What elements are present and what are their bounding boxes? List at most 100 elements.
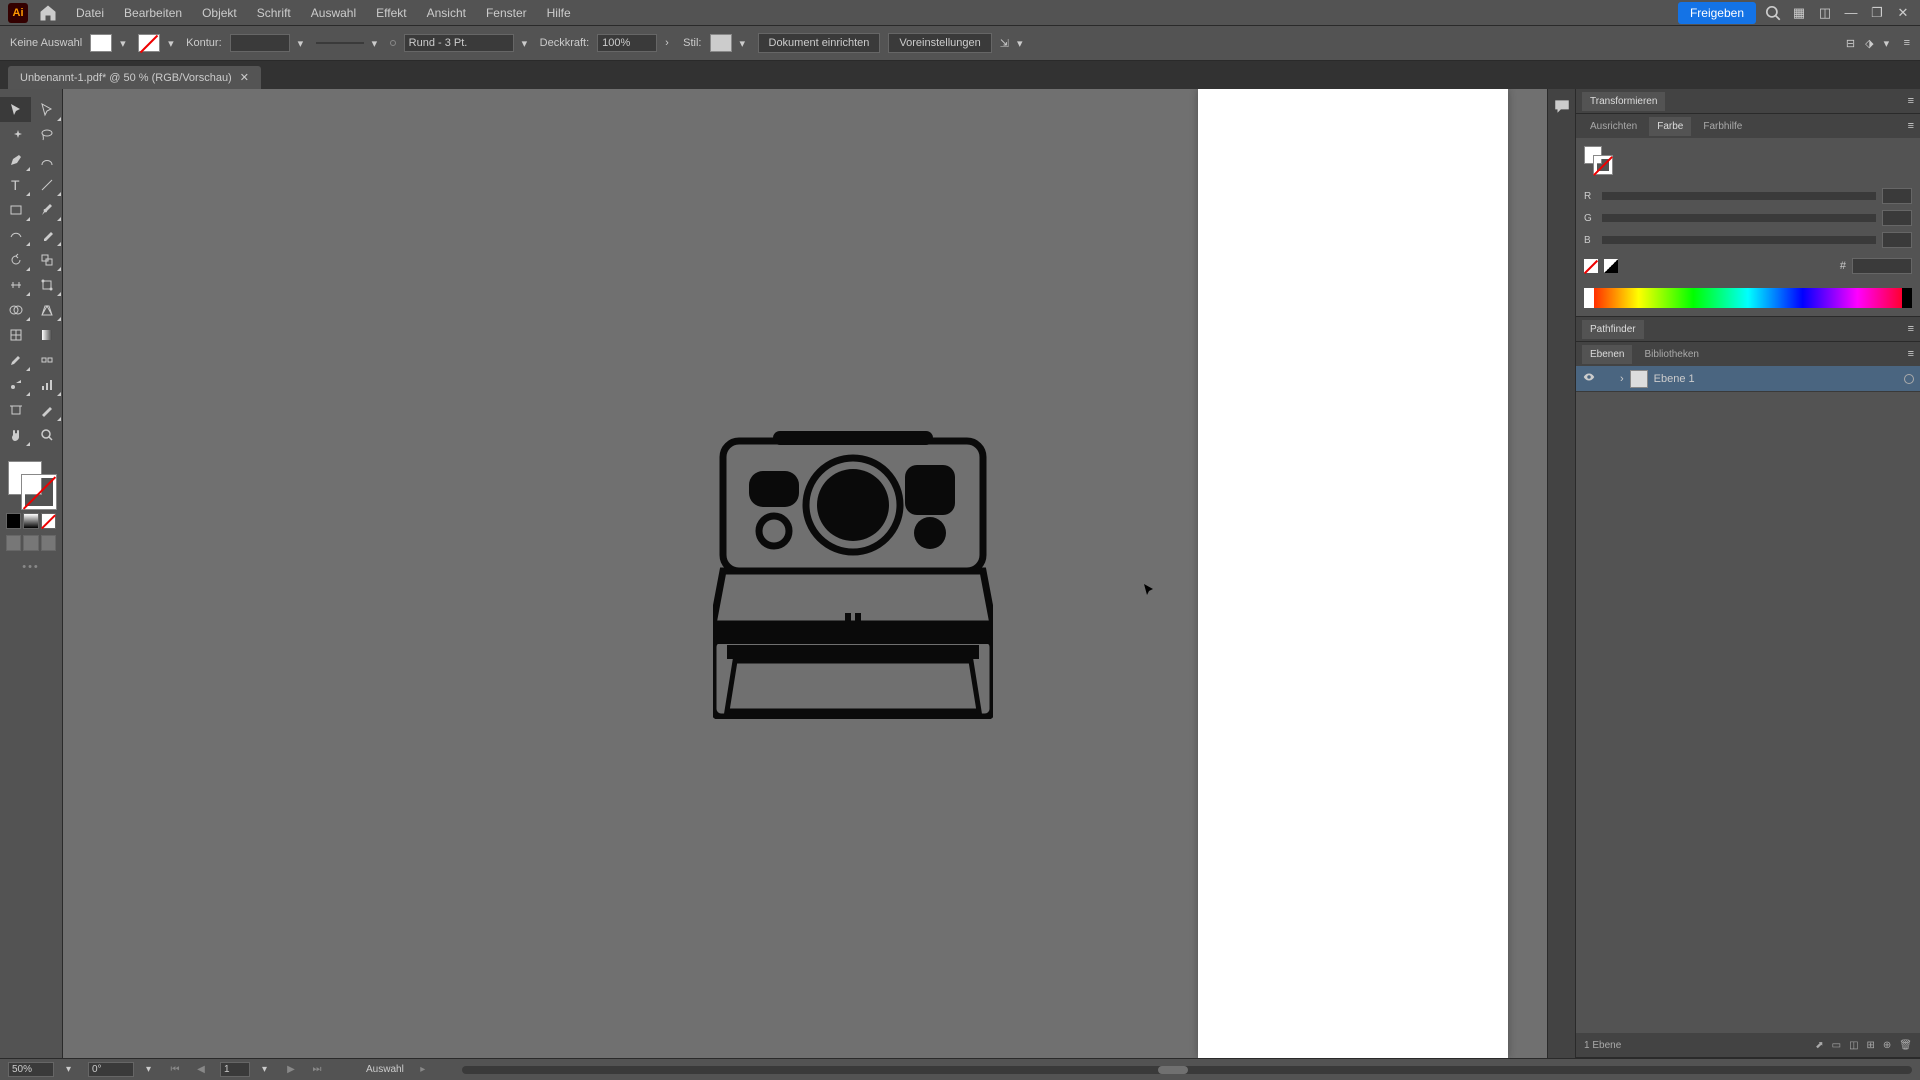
r-value-input[interactable]	[1882, 188, 1912, 204]
tab-close-icon[interactable]: ✕	[240, 71, 249, 84]
rotate-tool[interactable]	[0, 247, 31, 272]
mesh-tool[interactable]	[0, 322, 31, 347]
rectangle-tool[interactable]	[0, 197, 31, 222]
minimize-button[interactable]: —	[1842, 4, 1860, 22]
last-artboard-icon[interactable]: ⏭	[310, 1064, 324, 1075]
align-panel-tab[interactable]: Ausrichten	[1582, 117, 1645, 136]
eyedropper-tool[interactable]	[0, 347, 31, 372]
stroke-weight-input[interactable]	[230, 34, 290, 52]
zoom-input[interactable]	[8, 1062, 54, 1077]
color-mode-solid[interactable]	[6, 513, 21, 529]
home-icon[interactable]	[38, 3, 58, 23]
search-icon[interactable]	[1764, 4, 1782, 22]
fill-dropdown[interactable]: ▾	[120, 37, 130, 50]
layers-panel-tab[interactable]: Ebenen	[1582, 345, 1632, 364]
scale-tool[interactable]	[31, 247, 62, 272]
shaper-tool[interactable]	[0, 222, 31, 247]
paintbrush-tool[interactable]	[31, 197, 62, 222]
first-artboard-icon[interactable]: ⏮	[168, 1064, 182, 1075]
panel-menu-icon[interactable]: ≡	[1908, 348, 1914, 360]
visibility-icon[interactable]	[1582, 370, 1596, 387]
artboard-number-input[interactable]	[220, 1062, 250, 1077]
b-slider[interactable]	[1602, 236, 1876, 244]
shape-builder-tool[interactable]	[0, 297, 31, 322]
fill-swatch[interactable]	[90, 34, 112, 52]
menu-effekt[interactable]: Effekt	[368, 2, 414, 24]
lasso-tool[interactable]	[31, 122, 62, 147]
menu-auswahl[interactable]: Auswahl	[303, 2, 364, 24]
color-mode-none[interactable]	[41, 513, 56, 529]
new-layer-icon[interactable]: ⊕	[1883, 1040, 1891, 1051]
magic-wand-tool[interactable]	[0, 122, 31, 147]
horizontal-scrollbar[interactable]	[462, 1066, 1912, 1074]
comment-panel-icon[interactable]	[1553, 97, 1571, 118]
menu-fenster[interactable]: Fenster	[478, 2, 535, 24]
menu-bearbeiten[interactable]: Bearbeiten	[116, 2, 190, 24]
canvas[interactable]	[63, 89, 1547, 1058]
color-mode-gradient[interactable]	[23, 513, 38, 529]
make-clip-icon[interactable]: ◫	[1849, 1040, 1858, 1051]
symbol-sprayer-tool[interactable]	[0, 372, 31, 397]
vp-dropdown[interactable]: ▾	[372, 37, 382, 50]
stroke-weight-dropdown[interactable]: ▾	[298, 37, 308, 50]
graph-tool[interactable]	[31, 372, 62, 397]
align-control-icon[interactable]: ⊟	[1846, 37, 1855, 50]
layer-target-icon[interactable]	[1904, 374, 1914, 384]
width-tool[interactable]	[0, 272, 31, 297]
isolate-icon[interactable]: ⬗	[1865, 37, 1873, 50]
layer-row[interactable]: › Ebene 1	[1576, 366, 1920, 392]
opacity-dropdown[interactable]: ›	[665, 37, 675, 49]
draw-behind-icon[interactable]	[23, 535, 38, 551]
menu-hilfe[interactable]: Hilfe	[539, 2, 579, 24]
color-spectrum[interactable]	[1584, 288, 1912, 308]
hand-tool[interactable]	[0, 422, 31, 447]
rotation-input[interactable]	[88, 1062, 134, 1077]
next-artboard-icon[interactable]: ▶	[284, 1064, 298, 1075]
artboard-dropdown[interactable]: ▾	[262, 1064, 272, 1075]
isolate-dropdown[interactable]: ▾	[1884, 37, 1894, 50]
blend-tool[interactable]	[31, 347, 62, 372]
g-slider[interactable]	[1602, 214, 1876, 222]
close-button[interactable]: ✕	[1894, 4, 1912, 22]
style-swatch[interactable]	[710, 34, 732, 52]
r-slider[interactable]	[1602, 192, 1876, 200]
panel-menu-icon[interactable]: ≡	[1908, 323, 1914, 335]
line-tool[interactable]	[31, 172, 62, 197]
libraries-panel-tab[interactable]: Bibliotheken	[1636, 345, 1706, 364]
layer-expand-icon[interactable]: ›	[1620, 373, 1624, 385]
gradient-tool[interactable]	[31, 322, 62, 347]
preferences-button[interactable]: Voreinstellungen	[888, 33, 991, 53]
stroke-dropdown[interactable]: ▾	[168, 37, 178, 50]
maximize-button[interactable]: ❐	[1868, 4, 1886, 22]
pref-dropdown[interactable]: ▾	[1017, 37, 1027, 50]
share-button[interactable]: Freigeben	[1678, 2, 1756, 24]
panel-menu-icon[interactable]: ≡	[1908, 95, 1914, 107]
layer-name-label[interactable]: Ebene 1	[1654, 373, 1695, 385]
selection-tool[interactable]	[0, 97, 31, 122]
color-panel-tab[interactable]: Farbe	[1649, 117, 1691, 136]
hex-input[interactable]	[1852, 258, 1912, 274]
draw-normal-icon[interactable]	[6, 535, 21, 551]
curvature-tool[interactable]	[31, 147, 62, 172]
pathfinder-panel-tab[interactable]: Pathfinder	[1582, 320, 1644, 339]
new-sublayer-icon[interactable]: ⊞	[1867, 1040, 1875, 1051]
toolbar-edit-icon[interactable]: •••	[0, 561, 62, 573]
menu-datei[interactable]: Datei	[68, 2, 112, 24]
stroke-swatch[interactable]	[138, 34, 160, 52]
bw-swatch-icon[interactable]	[1604, 259, 1618, 273]
type-tool[interactable]: T	[0, 172, 31, 197]
menu-overflow-icon[interactable]: ≡	[1904, 37, 1910, 50]
workspace-icon[interactable]: ◫	[1816, 4, 1834, 22]
delete-layer-icon[interactable]: 🗑	[1899, 1040, 1912, 1051]
artboard-tool[interactable]	[0, 397, 31, 422]
none-swatch-icon[interactable]	[1584, 259, 1598, 273]
perspective-tool[interactable]	[31, 297, 62, 322]
document-setup-button[interactable]: Dokument einrichten	[758, 33, 881, 53]
menu-schrift[interactable]: Schrift	[249, 2, 299, 24]
transform-panel-tab[interactable]: Transformieren	[1582, 92, 1665, 111]
direct-selection-tool[interactable]	[31, 97, 62, 122]
fill-stroke-selector[interactable]	[0, 457, 62, 507]
free-transform-tool[interactable]	[31, 272, 62, 297]
eraser-tool[interactable]	[31, 222, 62, 247]
status-menu-icon[interactable]: ▸	[416, 1064, 430, 1075]
